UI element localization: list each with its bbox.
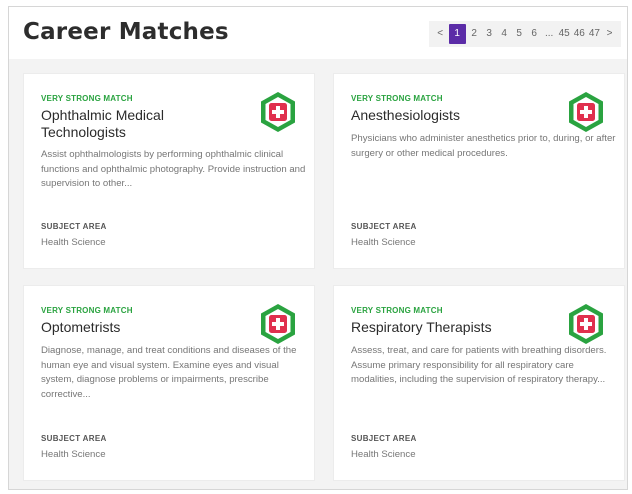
career-card[interactable]: VERY STRONG MATCH Optometrists Diagnose,… bbox=[23, 285, 315, 481]
pagination-ellipsis: ... bbox=[544, 28, 554, 39]
pagination-page-6[interactable]: 6 bbox=[528, 24, 541, 44]
pagination-page-45[interactable]: 45 bbox=[558, 24, 571, 44]
pagination-prev-button[interactable]: < bbox=[434, 24, 447, 44]
pagination-page-47[interactable]: 47 bbox=[588, 24, 601, 44]
subject-area-label: SUBJECT AREA bbox=[351, 222, 417, 231]
match-strength-label: VERY STRONG MATCH bbox=[351, 306, 443, 315]
pagination-page-3[interactable]: 3 bbox=[483, 24, 496, 44]
subject-area-label: SUBJECT AREA bbox=[351, 434, 417, 443]
subject-area-value: Health Science bbox=[351, 237, 416, 248]
match-strength-label: VERY STRONG MATCH bbox=[41, 94, 133, 103]
health-cross-icon bbox=[569, 304, 603, 344]
career-matches-panel: Career Matches < 1 2 3 4 5 6 ... 45 46 4… bbox=[8, 6, 628, 490]
subject-area-label: SUBJECT AREA bbox=[41, 222, 107, 231]
match-strength-label: VERY STRONG MATCH bbox=[351, 94, 443, 103]
header-bar: Career Matches < 1 2 3 4 5 6 ... 45 46 4… bbox=[9, 7, 627, 59]
career-title[interactable]: Respiratory Therapists bbox=[351, 319, 556, 336]
career-description: Assist ophthalmologists by performing op… bbox=[41, 149, 306, 189]
subject-area-label: SUBJECT AREA bbox=[41, 434, 107, 443]
career-title[interactable]: Ophthalmic Medical Technologists bbox=[41, 107, 246, 141]
career-card[interactable]: VERY STRONG MATCH Ophthalmic Medical Tec… bbox=[23, 73, 315, 269]
page-title: Career Matches bbox=[23, 19, 229, 45]
match-strength-label: VERY STRONG MATCH bbox=[41, 306, 133, 315]
pagination-page-2[interactable]: 2 bbox=[468, 24, 481, 44]
health-cross-icon bbox=[261, 92, 295, 132]
pagination-next-button[interactable]: > bbox=[603, 24, 616, 44]
pagination-page-4[interactable]: 4 bbox=[498, 24, 511, 44]
health-cross-icon bbox=[261, 304, 295, 344]
career-card[interactable]: VERY STRONG MATCH Anesthesiologists Phys… bbox=[333, 73, 625, 269]
subject-area-value: Health Science bbox=[351, 449, 416, 460]
subject-area-value: Health Science bbox=[41, 449, 106, 460]
career-description: Physicians who administer anesthetics pr… bbox=[351, 133, 616, 159]
pagination-page-5[interactable]: 5 bbox=[513, 24, 526, 44]
pagination-page-46[interactable]: 46 bbox=[573, 24, 586, 44]
health-cross-icon bbox=[569, 92, 603, 132]
career-title[interactable]: Anesthesiologists bbox=[351, 107, 556, 124]
pagination-page-1[interactable]: 1 bbox=[448, 24, 466, 44]
subject-area-value: Health Science bbox=[41, 237, 106, 248]
pagination: < 1 2 3 4 5 6 ... 45 46 47 > bbox=[428, 21, 621, 47]
career-description: Assess, treat, and care for patients wit… bbox=[351, 345, 607, 385]
career-description: Diagnose, manage, and treat conditions a… bbox=[41, 345, 297, 400]
career-card[interactable]: VERY STRONG MATCH Respiratory Therapists… bbox=[333, 285, 625, 481]
career-title[interactable]: Optometrists bbox=[41, 319, 246, 336]
